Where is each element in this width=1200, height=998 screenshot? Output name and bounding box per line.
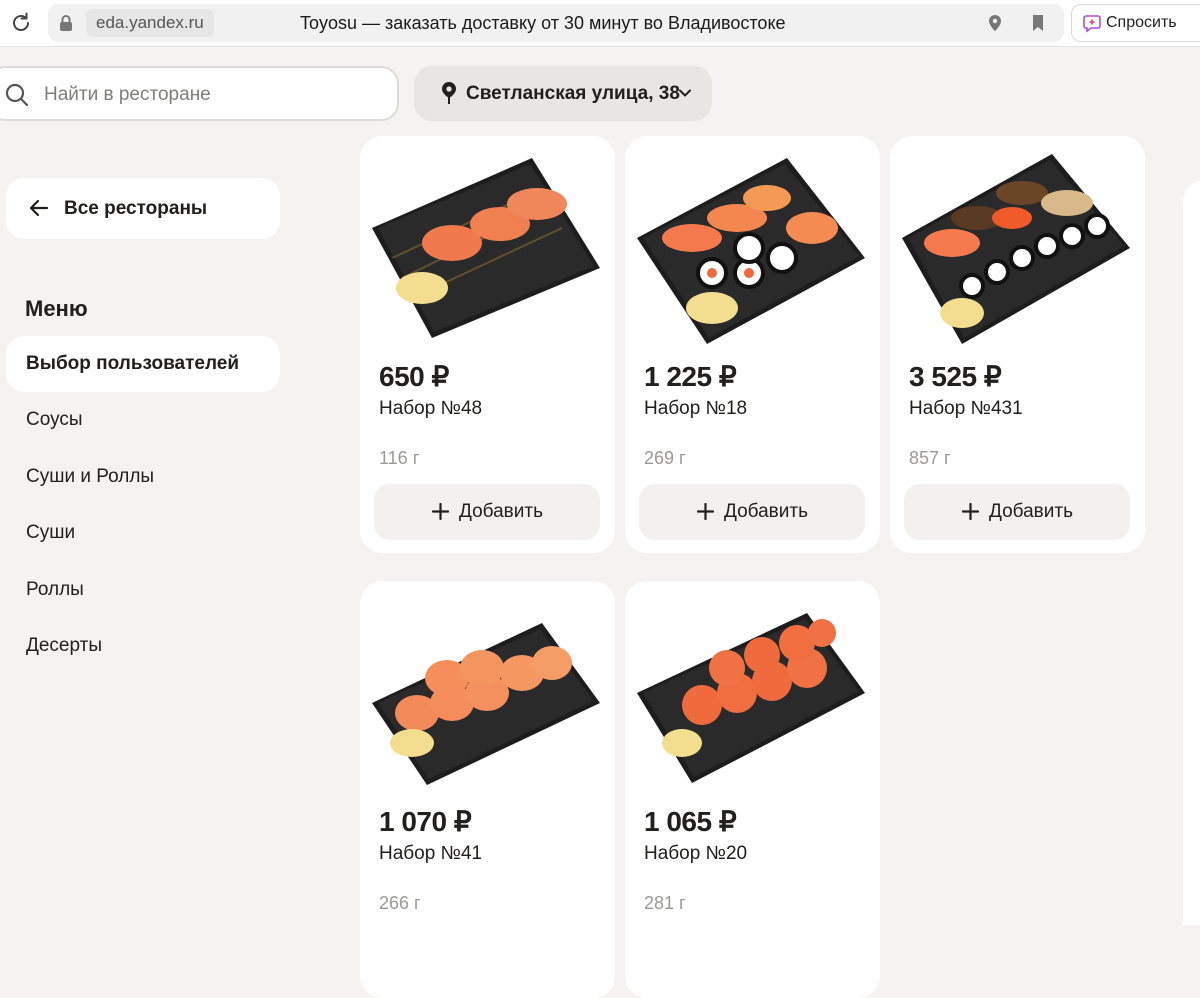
product-name: Набор №41 [379, 843, 483, 864]
domain-chip: eda.yandex.ru [86, 9, 214, 37]
search-input[interactable] [42, 76, 376, 113]
menu-item-users-choice[interactable]: Выбор пользователей [6, 336, 280, 392]
product-price: 1 070 ₽ [379, 806, 472, 837]
add-button-label: Добавить [459, 501, 543, 522]
location-pin-icon[interactable] [985, 13, 1005, 33]
all-restaurants-button[interactable]: Все рестораны [6, 178, 280, 239]
product-weight: 266 г [379, 893, 421, 913]
reload-icon[interactable] [8, 10, 34, 36]
product-price: 3 525 ₽ [909, 361, 1002, 392]
add-button-label: Добавить [989, 501, 1073, 522]
sushi-set-image [902, 154, 1130, 344]
lock-icon [60, 15, 72, 31]
chevron-down-icon [679, 89, 691, 97]
delivery-address: Светланская улица, 38 [466, 83, 680, 104]
plus-icon [962, 503, 979, 520]
menu-item-desserts[interactable]: Десерты [6, 618, 280, 674]
product-weight: 281 г [644, 893, 686, 913]
product-card[interactable]: 1 070 ₽ Набор №41 266 г [360, 581, 615, 998]
bookmark-icon[interactable] [1028, 13, 1048, 33]
menu-item-sushi-and-rolls[interactable]: Суши и Роллы [6, 449, 280, 505]
page-header: Светланская улица, 38 [0, 47, 1200, 142]
ai-sparkle-icon [1083, 15, 1101, 33]
arrow-left-icon [29, 199, 49, 217]
product-weight: 857 г [909, 448, 951, 468]
address-bar[interactable]: eda.yandex.ru Toyosu — заказать доставку… [48, 4, 1064, 42]
sushi-set-image [637, 613, 865, 783]
product-weight: 269 г [644, 448, 686, 468]
product-price: 650 ₽ [379, 361, 449, 392]
product-price: 1 065 ₽ [644, 806, 737, 837]
product-name: Набор №431 [909, 398, 1023, 419]
browser-toolbar: eda.yandex.ru Toyosu — заказать доставку… [0, 0, 1200, 47]
product-card[interactable]: 1 065 ₽ Набор №20 281 г [625, 581, 880, 998]
sushi-set-image [637, 158, 865, 344]
product-weight: 116 г [379, 448, 420, 468]
search-box[interactable] [0, 66, 399, 121]
page-title: Toyosu — заказать доставку от 30 минут в… [300, 13, 786, 33]
product-name: Набор №20 [644, 843, 748, 864]
add-to-cart-button[interactable]: Добавить [904, 484, 1130, 540]
add-button-label: Добавить [724, 501, 808, 522]
product-card[interactable]: 3 525 ₽ Набор №431 857 г Добавить [890, 136, 1145, 553]
menu-item-sushi[interactable]: Суши [6, 505, 280, 561]
product-card[interactable]: 1 225 ₽ Набор №18 269 г Добавить [625, 136, 880, 553]
search-icon [5, 83, 29, 107]
plus-icon [697, 503, 714, 520]
menu-item-sauces[interactable]: Соусы [6, 392, 280, 448]
delivery-address-button[interactable]: Светланская улица, 38 [414, 66, 712, 121]
sushi-set-image [372, 623, 600, 785]
ask-button[interactable]: Спросить [1071, 4, 1200, 42]
product-name: Набор №48 [379, 398, 483, 419]
map-pin-icon [442, 82, 456, 104]
sushi-set-image [372, 158, 600, 338]
product-card[interactable]: 650 ₽ Набор №48 116 г Добавить [360, 136, 615, 553]
product-price: 1 225 ₽ [644, 361, 737, 392]
menu-title: Меню [25, 296, 88, 321]
ask-button-label: Спросить [1106, 14, 1177, 31]
plus-icon [432, 503, 449, 520]
product-name: Набор №18 [644, 398, 748, 419]
all-restaurants-label: Все рестораны [64, 198, 208, 219]
add-to-cart-button[interactable]: Добавить [374, 484, 600, 540]
add-to-cart-button[interactable]: Добавить [639, 484, 865, 540]
cart-panel-edge [1183, 180, 1200, 925]
menu-item-rolls[interactable]: Роллы [6, 562, 280, 618]
